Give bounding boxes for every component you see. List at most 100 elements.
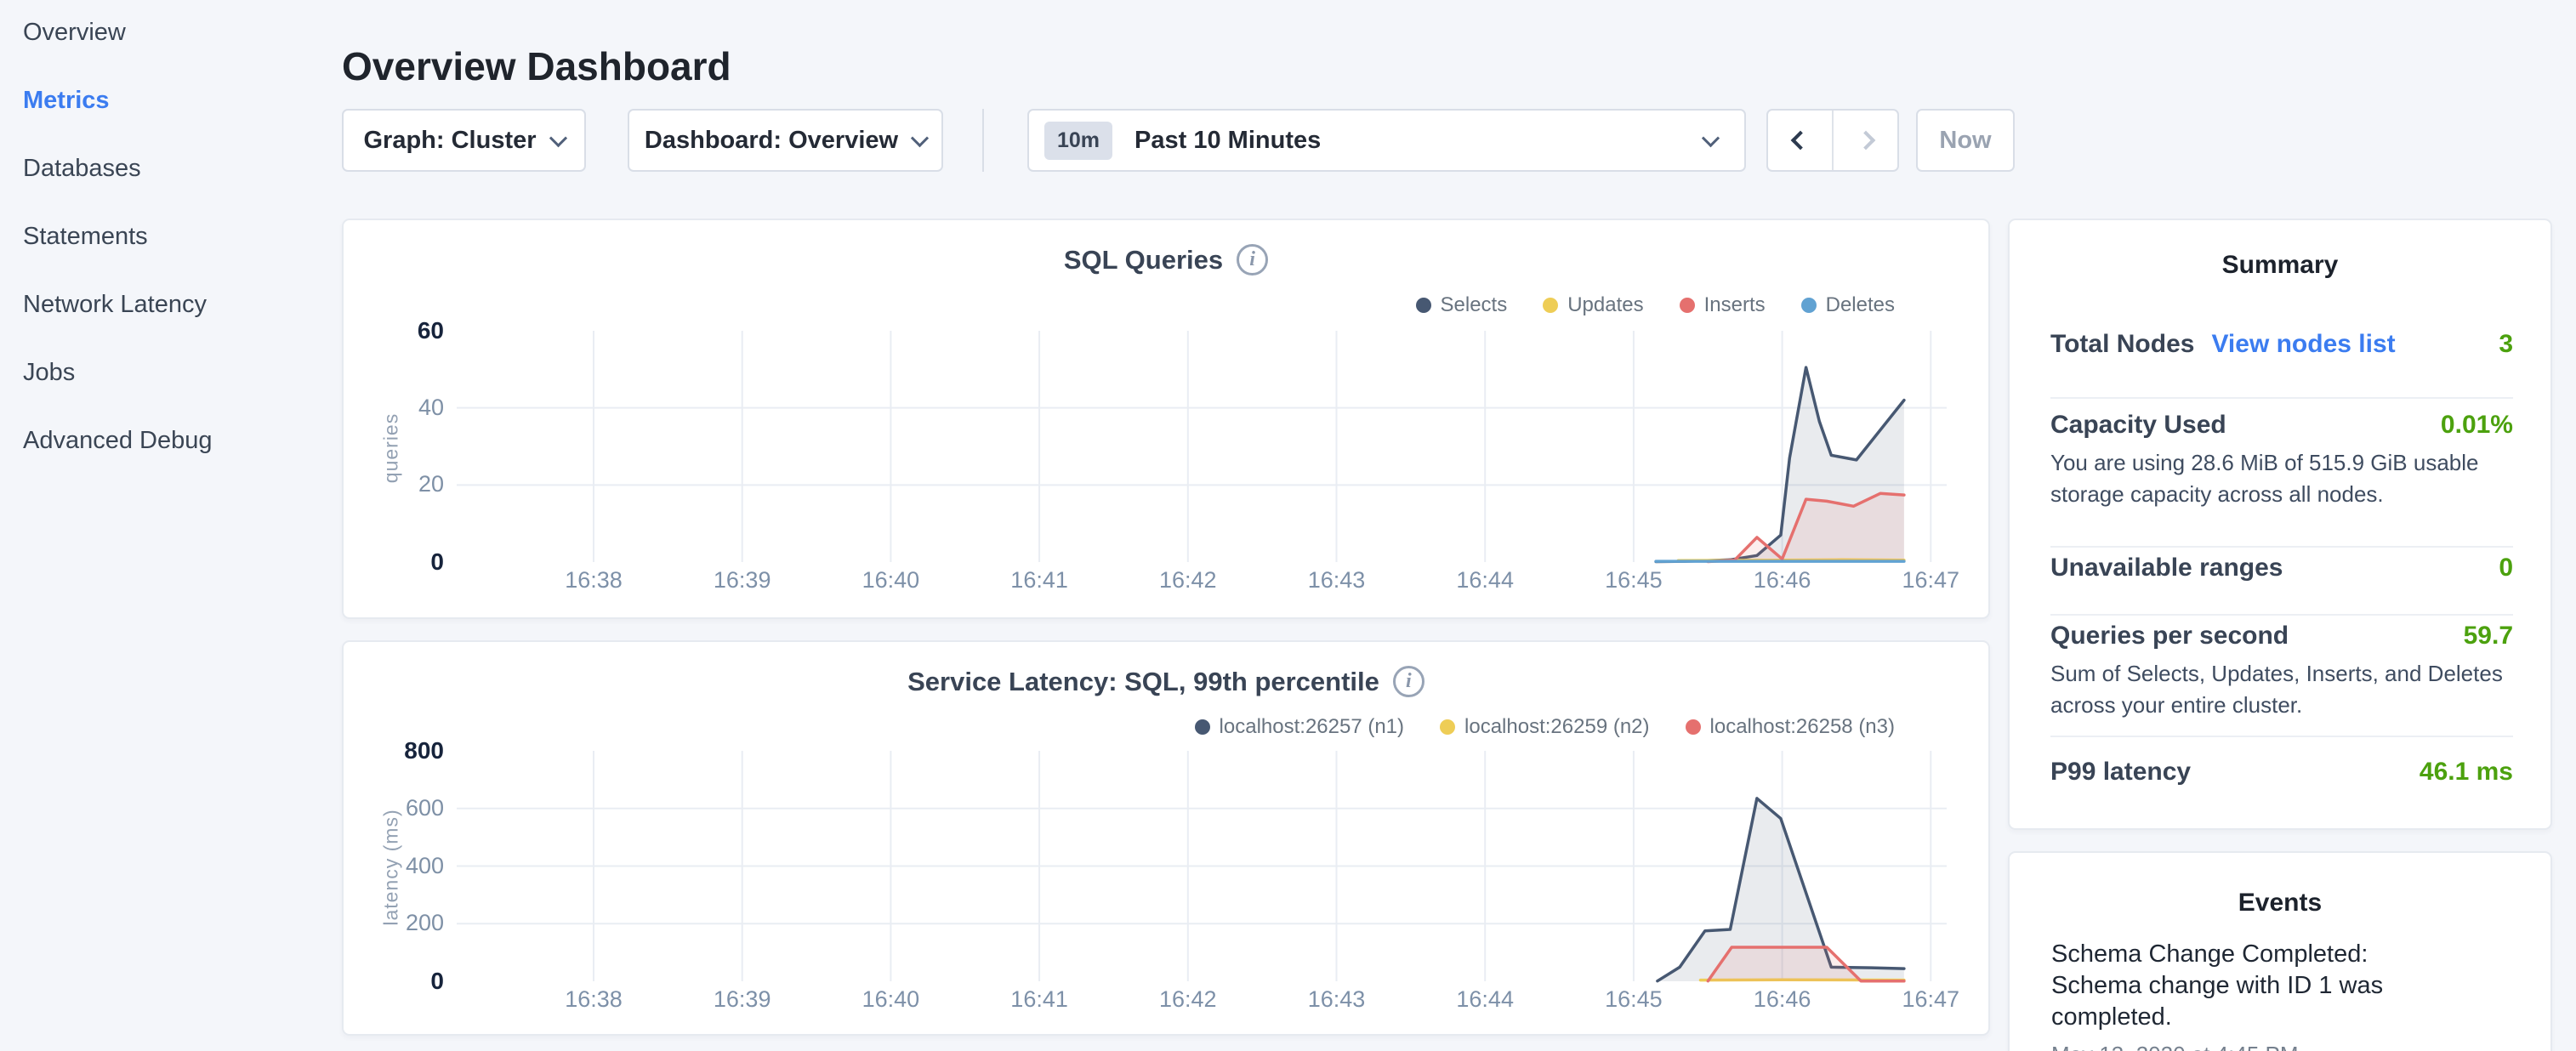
chevron-down-icon (1702, 129, 1720, 147)
events-title: Events (2010, 889, 2550, 917)
y-axis-tick: 600 (344, 795, 444, 821)
page-title: Overview Dashboard (342, 43, 731, 89)
events-panel: Events Schema Change Completed: Schema c… (2008, 851, 2552, 1051)
summary-value: 46.1 ms (2420, 758, 2513, 787)
dashboard-dropdown[interactable]: Dashboard: Overview (628, 109, 943, 172)
divider (2050, 546, 2513, 548)
db-console-app: Overview Metrics Databases Statements Ne… (0, 0, 2576, 1051)
time-range-badge: 10m (1044, 122, 1112, 160)
legend-dot-icon (1440, 719, 1455, 735)
divider (2050, 397, 2513, 399)
graph-dropdown[interactable]: Graph: Cluster (342, 109, 586, 172)
info-icon[interactable]: i (1393, 666, 1424, 697)
y-axis-tick: 400 (344, 853, 444, 879)
sql-queries-chart-card: SQL Queries i SelectsUpdatesInsertsDelet… (342, 219, 1990, 619)
now-button[interactable]: Now (1916, 109, 2015, 172)
legend-item[interactable]: Updates (1543, 293, 1643, 317)
summary-row-total-nodes: Total NodesView nodes list 3 (2050, 330, 2513, 359)
summary-row-p99-latency: P99 latency 46.1 ms (2050, 758, 2513, 787)
summary-description: You are using 28.6 MiB of 515.9 GiB usab… (2050, 447, 2510, 510)
chevron-left-icon (1790, 131, 1810, 151)
summary-label: P99 latency (2050, 758, 2191, 787)
summary-row-capacity-used: Capacity Used 0.01% (2050, 411, 2513, 440)
legend-dot-icon (1416, 298, 1431, 313)
summary-label: Capacity Used (2050, 411, 2226, 440)
summary-value: 59.7 (2464, 622, 2513, 650)
legend-item[interactable]: Inserts (1680, 293, 1766, 317)
legend-item[interactable]: localhost:26257 (n1) (1195, 715, 1404, 739)
y-axis-tick: 0 (344, 548, 444, 576)
view-nodes-list-link[interactable]: View nodes list (2211, 330, 2395, 358)
chart-legend: Selects Updates Inserts Deletes (1416, 293, 1896, 317)
x-axis-tick: 16:47 (1871, 567, 1990, 594)
x-axis-tick: 16:40 (831, 986, 950, 1013)
legend-dot-icon (1686, 719, 1701, 735)
divider (2050, 614, 2513, 616)
summary-row-unavailable-ranges: Unavailable ranges 0 (2050, 554, 2513, 582)
x-axis-ticks: 16:3816:3916:4016:4116:4216:4316:4416:45… (452, 986, 1953, 1017)
divider (2050, 736, 2513, 737)
summary-value: 0 (2499, 554, 2513, 582)
sidebar-item-databases[interactable]: Databases (23, 155, 141, 183)
legend-item[interactable]: Deletes (1801, 293, 1895, 317)
y-axis-tick: 0 (344, 968, 444, 995)
chart-title: Service Latency: SQL, 99th percentile (907, 667, 1379, 697)
y-axis-tick: 20 (344, 471, 444, 497)
x-axis-tick: 16:38 (534, 567, 653, 594)
legend-dot-icon (1195, 719, 1210, 735)
step-forward-button[interactable] (1832, 111, 1897, 170)
x-axis-tick: 16:43 (1277, 986, 1396, 1013)
x-axis-tick: 16:45 (1574, 986, 1693, 1013)
x-axis-tick: 16:44 (1425, 567, 1544, 594)
legend-dot-icon (1680, 298, 1695, 313)
legend-item[interactable]: localhost:26258 (n3) (1686, 715, 1895, 739)
summary-value: 3 (2499, 330, 2513, 359)
graph-dropdown-label: Graph: Cluster (363, 127, 536, 155)
summary-title: Summary (2010, 251, 2550, 280)
sidebar-item-advanced-debug[interactable]: Advanced Debug (23, 427, 213, 455)
x-axis-tick: 16:46 (1723, 986, 1842, 1013)
x-axis-tick: 16:39 (683, 567, 802, 594)
x-axis-tick: 16:38 (534, 986, 653, 1013)
summary-panel: Summary Total NodesView nodes list 3 Cap… (2008, 219, 2552, 830)
sidebar-item-metrics[interactable]: Metrics (23, 87, 110, 115)
service-latency-chart-card: Service Latency: SQL, 99th percentile i … (342, 640, 1990, 1036)
event-item[interactable]: Schema Change Completed: Schema change w… (2051, 939, 2451, 1051)
time-range-label: Past 10 Minutes (1134, 127, 1321, 155)
x-axis-tick: 16:41 (980, 986, 1099, 1013)
sql-queries-plot[interactable] (452, 322, 1953, 577)
x-axis-tick: 16:40 (831, 567, 950, 594)
legend-item[interactable]: Selects (1416, 293, 1508, 317)
x-axis-ticks: 16:3816:3916:4016:4116:4216:4316:4416:45… (452, 567, 1953, 598)
step-back-button[interactable] (1768, 111, 1832, 170)
chevron-down-icon (911, 129, 929, 147)
event-text: Schema Change Completed: Schema change w… (2051, 940, 2383, 1031)
x-axis-tick: 16:44 (1425, 986, 1544, 1013)
x-axis-tick: 16:43 (1277, 567, 1396, 594)
summary-label: Queries per second (2050, 622, 2289, 650)
sidebar-item-network-latency[interactable]: Network Latency (23, 291, 207, 319)
y-axis-tick: 200 (344, 910, 444, 936)
chart-legend: localhost:26257 (n1) localhost:26259 (n2)… (1195, 715, 1895, 739)
legend-item[interactable]: localhost:26259 (n2) (1440, 715, 1649, 739)
x-axis-tick: 16:42 (1129, 986, 1248, 1013)
summary-label: Unavailable ranges (2050, 554, 2283, 582)
summary-label: Total NodesView nodes list (2050, 330, 2396, 359)
latency-plot[interactable] (452, 741, 1953, 997)
y-axis-ticks: 0204060 (344, 322, 444, 577)
summary-description: Sum of Selects, Updates, Inserts, and De… (2050, 658, 2510, 721)
legend-dot-icon (1801, 298, 1817, 313)
x-axis-tick: 16:46 (1723, 567, 1842, 594)
y-axis-tick: 40 (344, 395, 444, 421)
sidebar-item-jobs[interactable]: Jobs (23, 359, 75, 387)
x-axis-tick: 16:45 (1574, 567, 1693, 594)
summary-value: 0.01% (2441, 411, 2513, 440)
info-icon[interactable]: i (1237, 244, 1268, 276)
time-range-dropdown[interactable]: 10m Past 10 Minutes (1027, 109, 1746, 172)
chevron-right-icon (1856, 131, 1875, 151)
sidebar-item-overview[interactable]: Overview (23, 19, 126, 47)
sidebar-item-statements[interactable]: Statements (23, 223, 148, 251)
dashboard-dropdown-label: Dashboard: Overview (645, 127, 898, 155)
y-axis-ticks: 0200400600800 (344, 741, 444, 997)
legend-dot-icon (1543, 298, 1558, 313)
